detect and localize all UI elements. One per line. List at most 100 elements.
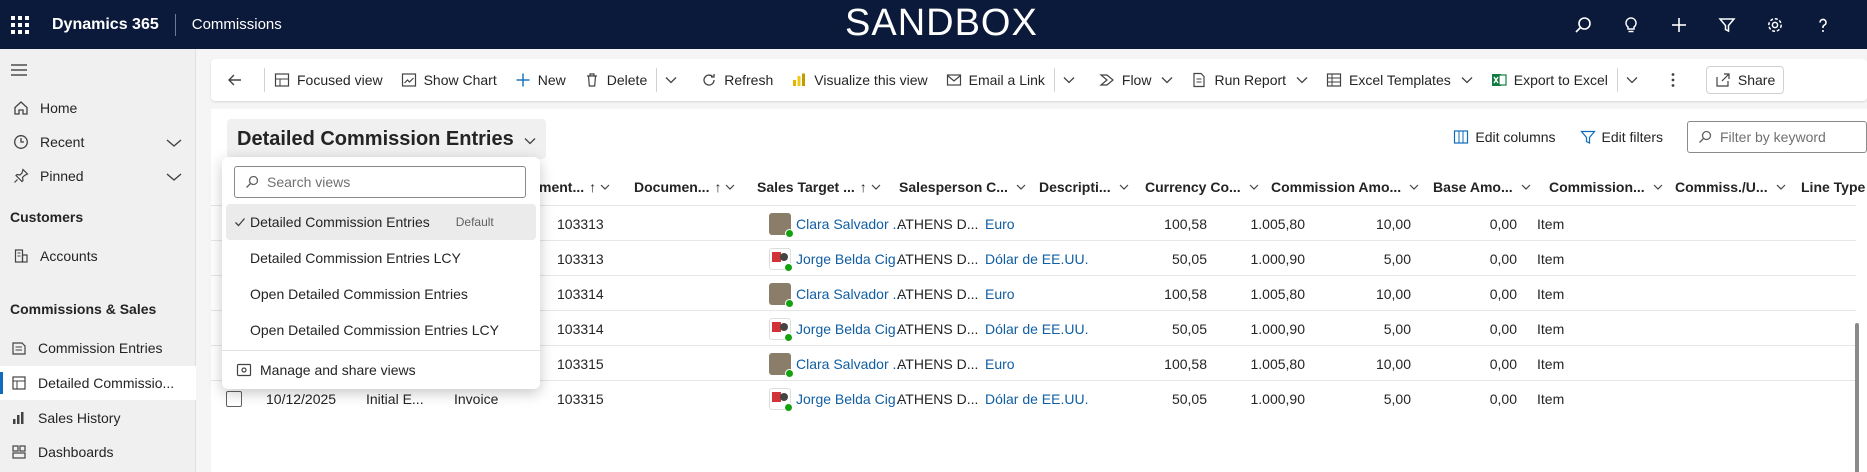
- view-selector-dropdown: Search views Detailed Commission Entries…: [222, 157, 540, 389]
- gear-icon[interactable]: [1751, 0, 1799, 49]
- lightbulb-icon[interactable]: [1607, 0, 1655, 49]
- avatar: [769, 212, 794, 238]
- view-option-open-detailed-commission-entries-lcy[interactable]: Open Detailed Commission Entries LCY: [226, 312, 536, 348]
- avatar: [769, 317, 793, 342]
- sidebar-item-label: Dashboards: [38, 444, 114, 460]
- checkbox[interactable]: [226, 390, 242, 407]
- edit-columns-button[interactable]: Edit columns: [1453, 129, 1556, 145]
- cell-text: 1.005,80: [1250, 285, 1306, 302]
- cell-line-type: Item: [1537, 276, 1577, 311]
- chevron-down-icon[interactable]: [166, 135, 182, 151]
- sidebar: Home Recent Pinned Customers Accounts Co…: [0, 49, 196, 472]
- cell-text: 10/12/2025: [266, 390, 337, 407]
- sidebar-item-commission-entries[interactable]: Commission Entries: [0, 331, 196, 365]
- column-header-commission-amount[interactable]: Commission Amo...: [1271, 169, 1419, 205]
- ledger-icon: [10, 374, 28, 392]
- share-button[interactable]: Share: [1705, 66, 1785, 94]
- run-report-button[interactable]: Run Report: [1182, 59, 1317, 101]
- column-header-base-amount[interactable]: Base Amo...: [1433, 169, 1531, 205]
- view-option-detailed-commission-entries-lcy[interactable]: Detailed Commission Entries LCY: [226, 240, 536, 276]
- cell-text: Euro: [985, 215, 1015, 232]
- cell-text: Euro: [985, 355, 1015, 372]
- column-header-commission-unit[interactable]: Commiss./U...: [1675, 169, 1786, 205]
- sidebar-item-accounts[interactable]: Accounts: [0, 239, 196, 273]
- export-excel-button[interactable]: Export to Excel: [1482, 59, 1617, 101]
- cell-commission-amount: 100,58: [1091, 276, 1207, 311]
- column-header-description[interactable]: Descripti...: [1039, 169, 1129, 205]
- cell-text: 1.000,90: [1250, 250, 1306, 267]
- back-button[interactable]: [211, 59, 264, 101]
- excel-templates-button[interactable]: Excel Templates: [1317, 59, 1482, 101]
- cell-text: Clara Salvador ...: [796, 285, 905, 302]
- app-launcher-icon[interactable]: [0, 0, 40, 49]
- cell-commission-amount: 50,05: [1091, 241, 1207, 276]
- help-icon[interactable]: [1799, 0, 1847, 49]
- more-dropdown-button[interactable]: [1618, 59, 1653, 101]
- column-header-currency[interactable]: Currency Co...: [1145, 169, 1259, 205]
- delete-button[interactable]: Delete: [575, 59, 656, 101]
- sidebar-item-dashboards[interactable]: Dashboards: [0, 435, 196, 469]
- show-chart-button[interactable]: Show Chart: [392, 59, 506, 101]
- cell-text: Initial E...: [366, 390, 424, 407]
- cell-text: Invoice: [454, 390, 499, 407]
- more-dropdown-button[interactable]: [1055, 59, 1090, 101]
- new-button[interactable]: New: [506, 59, 575, 101]
- hamburger-menu-icon[interactable]: [10, 63, 28, 80]
- sidebar-item-label: Home: [40, 100, 78, 116]
- search-icon[interactable]: [1559, 0, 1607, 49]
- cell-salesperson[interactable]: Clara Salvador ...: [769, 346, 909, 381]
- cell-commission-pct: 5,00: [1331, 381, 1411, 416]
- email-link-button[interactable]: Email a Link: [937, 59, 1054, 101]
- column-header-sales-target[interactable]: Sales Target ... ↑: [757, 169, 881, 205]
- cell-text: ATHENS D...: [897, 250, 979, 267]
- cell-commission-pct: 10,00: [1331, 206, 1411, 241]
- section-heading-commissions: Commissions & Sales: [10, 301, 157, 317]
- checkmark-icon: [234, 215, 246, 231]
- visualize-view-button[interactable]: Visualize this view: [782, 59, 936, 101]
- column-header-commission-pct[interactable]: Commission...: [1549, 169, 1663, 205]
- column-header-document-no[interactable]: Documen... ↑: [634, 169, 735, 205]
- sidebar-item-label: Accounts: [40, 248, 98, 264]
- sidebar-item-label: Recent: [40, 134, 85, 150]
- edit-filters-button[interactable]: Edit filters: [1579, 129, 1663, 145]
- cell-salesperson[interactable]: Clara Salvador ...: [769, 206, 909, 241]
- chevron-down-icon[interactable]: [166, 169, 182, 185]
- cell-text: Item: [1537, 320, 1565, 337]
- app-name[interactable]: Commissions: [192, 16, 282, 33]
- refresh-button[interactable]: Refresh: [692, 59, 782, 101]
- view-option-detailed-commission-entries[interactable]: Detailed Commission Entries Default: [226, 204, 536, 240]
- brand-name[interactable]: Dynamics 365: [52, 16, 159, 34]
- avatar: [769, 387, 793, 412]
- cell-line-type: Item: [1537, 241, 1577, 276]
- plus-icon[interactable]: [1655, 0, 1703, 49]
- manage-views-button[interactable]: Manage and share views: [222, 355, 540, 385]
- column-header-salesperson[interactable]: Salesperson C...: [899, 169, 1026, 205]
- cell-salesperson[interactable]: Jorge Belda Cig...: [769, 241, 909, 276]
- cell-salesperson[interactable]: Jorge Belda Cig...: [769, 311, 909, 346]
- sidebar-item-pinned[interactable]: Pinned: [0, 159, 196, 193]
- column-header-line-type[interactable]: Line Type: [1801, 169, 1865, 205]
- sidebar-item-home[interactable]: Home: [0, 91, 196, 125]
- sidebar-item-sales-history[interactable]: Sales History: [0, 401, 196, 435]
- more-options-icon[interactable]: [1653, 59, 1700, 101]
- flow-button[interactable]: Flow: [1090, 59, 1183, 101]
- view-option-open-detailed-commission-entries[interactable]: Open Detailed Commission Entries: [226, 276, 536, 312]
- sidebar-item-recent[interactable]: Recent: [0, 125, 196, 159]
- filter-icon[interactable]: [1703, 0, 1751, 49]
- sidebar-item-detailed-commission-entries[interactable]: Detailed Commissio...: [0, 366, 196, 400]
- presence-dot: [785, 228, 794, 238]
- more-dropdown-button[interactable]: [657, 59, 692, 101]
- view-selector[interactable]: Detailed Commission Entries: [227, 119, 546, 159]
- vertical-scrollbar[interactable]: [1855, 323, 1859, 472]
- column-header-document-type[interactable]: ment... ↑: [539, 169, 610, 205]
- pin-icon: [12, 167, 30, 185]
- sidebar-item-label: Pinned: [40, 168, 84, 184]
- cell-salesperson[interactable]: Jorge Belda Cig...: [769, 381, 909, 416]
- cell-document-no: 103315: [557, 346, 647, 381]
- filter-keyword-input[interactable]: Filter by keyword: [1687, 121, 1867, 153]
- focused-view-button[interactable]: Focused view: [265, 59, 392, 101]
- cell-salesperson[interactable]: Clara Salvador ...: [769, 276, 909, 311]
- search-views-input[interactable]: Search views: [234, 166, 526, 198]
- button-label: Visualize this view: [814, 72, 928, 88]
- cell-text: Item: [1537, 355, 1565, 372]
